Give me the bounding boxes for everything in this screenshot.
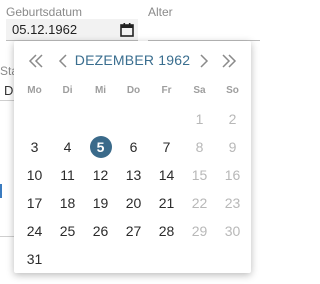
datepicker-popup: DEZEMBER 1962 Mo Di Mi Do Fr Sa So 1 2 3 4 5 6 7 8 9 10… bbox=[14, 41, 251, 273]
day-grid: 1 2 3 4 5 6 7 8 9 10 11 12 13 14 15 16 17 18 19 20 21 22 23 24 2… bbox=[18, 105, 247, 273]
double-chevron-right-icon bbox=[222, 54, 237, 68]
weekday-label: Do bbox=[126, 85, 141, 96]
weekday-label: Mo bbox=[27, 85, 42, 96]
day-cell[interactable]: 14 bbox=[150, 161, 183, 189]
weekday-label: Mi bbox=[94, 85, 107, 96]
day-cell[interactable]: 17 bbox=[18, 189, 51, 217]
day-number: 25 bbox=[59, 223, 76, 239]
datepicker-header: DEZEMBER 1962 bbox=[14, 41, 251, 81]
day-cell[interactable]: 6 bbox=[117, 133, 150, 161]
weekday-label: So bbox=[226, 85, 239, 96]
day-number: 8 bbox=[195, 139, 204, 155]
day-number: 22 bbox=[191, 195, 208, 211]
field-value-fragment: D bbox=[4, 83, 14, 98]
chevron-right-icon bbox=[200, 54, 209, 68]
day-cell[interactable]: 1 bbox=[183, 105, 216, 133]
day-cell[interactable]: 22 bbox=[183, 189, 216, 217]
next-month-button[interactable] bbox=[193, 50, 215, 72]
day-cell[interactable]: 25 bbox=[51, 217, 84, 245]
weekday-label: Fr bbox=[161, 85, 172, 96]
day-cell[interactable]: 9 bbox=[216, 133, 249, 161]
day-number: 18 bbox=[59, 195, 76, 211]
day-number: 31 bbox=[26, 251, 43, 267]
day-number: 16 bbox=[224, 167, 241, 183]
day-number: 7 bbox=[162, 139, 171, 155]
day-cell[interactable]: 13 bbox=[117, 161, 150, 189]
day-cell[interactable]: 19 bbox=[84, 189, 117, 217]
day-number: 23 bbox=[224, 195, 241, 211]
day-number: 12 bbox=[92, 167, 109, 183]
day-number: 26 bbox=[92, 223, 109, 239]
day-cell[interactable]: 29 bbox=[183, 217, 216, 245]
day-number: 1 bbox=[195, 111, 204, 127]
day-cell[interactable]: 11 bbox=[51, 161, 84, 189]
day-cell[interactable]: 8 bbox=[183, 133, 216, 161]
day-number: 19 bbox=[92, 195, 109, 211]
chevron-left-icon bbox=[58, 54, 67, 68]
month-year-title[interactable]: DEZEMBER 1962 bbox=[72, 52, 193, 68]
day-cell[interactable]: 27 bbox=[117, 217, 150, 245]
day-number: 14 bbox=[158, 167, 175, 183]
birthdate-label: Geburtsdatum bbox=[6, 5, 83, 19]
day-cell[interactable]: 16 bbox=[216, 161, 249, 189]
day-cell[interactable]: 24 bbox=[18, 217, 51, 245]
day-cell[interactable]: 26 bbox=[84, 217, 117, 245]
day-number: 9 bbox=[228, 139, 237, 155]
day-number: 20 bbox=[125, 195, 142, 211]
day-number: 13 bbox=[125, 167, 142, 183]
double-chevron-left-icon bbox=[28, 54, 43, 68]
day-number: 30 bbox=[224, 223, 241, 239]
day-number: 6 bbox=[129, 139, 138, 155]
day-number: 4 bbox=[63, 139, 72, 155]
day-cell[interactable]: 18 bbox=[51, 189, 84, 217]
day-cell[interactable]: 4 bbox=[51, 133, 84, 161]
age-label: Alter bbox=[148, 5, 173, 19]
day-cell[interactable]: 30 bbox=[216, 217, 249, 245]
day-cell[interactable]: 31 bbox=[18, 245, 51, 273]
calendar-icon[interactable] bbox=[119, 22, 135, 38]
day-cell[interactable]: 15 bbox=[183, 161, 216, 189]
day-cell[interactable]: 23 bbox=[216, 189, 249, 217]
focus-indicator bbox=[0, 184, 2, 198]
day-number: 15 bbox=[191, 167, 208, 183]
day-number: 2 bbox=[228, 111, 237, 127]
next-year-button[interactable] bbox=[218, 50, 240, 72]
day-number: 11 bbox=[60, 167, 75, 183]
day-number: 24 bbox=[26, 223, 43, 239]
day-number: 28 bbox=[158, 223, 175, 239]
prev-year-button[interactable] bbox=[25, 50, 47, 72]
day-cell[interactable]: 3 bbox=[18, 133, 51, 161]
day-number: 21 bbox=[158, 195, 175, 211]
day-number: 27 bbox=[125, 223, 142, 239]
day-cell[interactable]: 21 bbox=[150, 189, 183, 217]
day-cell[interactable]: 20 bbox=[117, 189, 150, 217]
weekday-header-row: Mo Di Mi Do Fr Sa So bbox=[18, 85, 247, 99]
day-cell-selected[interactable]: 5 bbox=[84, 133, 117, 161]
age-input[interactable] bbox=[148, 19, 260, 41]
weekday-label: Sa bbox=[193, 85, 206, 96]
day-cell[interactable]: 10 bbox=[18, 161, 51, 189]
weekday-label: Di bbox=[62, 85, 73, 96]
day-cell[interactable]: 28 bbox=[150, 217, 183, 245]
day-number: 17 bbox=[26, 195, 43, 211]
day-number: 29 bbox=[191, 223, 208, 239]
day-number: 10 bbox=[26, 167, 43, 183]
day-cell[interactable]: 2 bbox=[216, 105, 249, 133]
day-number: 3 bbox=[30, 139, 39, 155]
divider bbox=[0, 236, 14, 237]
divider bbox=[0, 100, 14, 101]
day-number: 5 bbox=[89, 136, 112, 158]
prev-month-button[interactable] bbox=[52, 50, 74, 72]
day-cell[interactable]: 12 bbox=[84, 161, 117, 189]
day-cell[interactable]: 7 bbox=[150, 133, 183, 161]
